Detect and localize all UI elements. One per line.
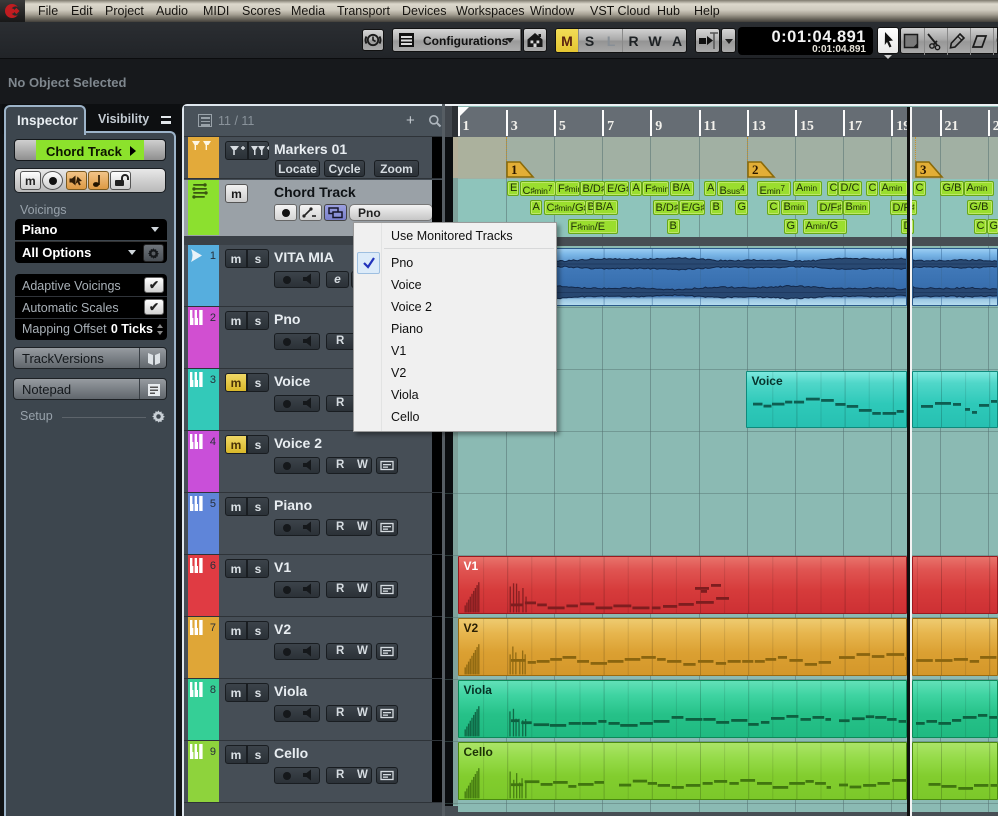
svg-text:1: 1 xyxy=(511,162,518,177)
svg-text:2: 2 xyxy=(752,162,759,177)
svg-text:3: 3 xyxy=(920,162,927,177)
